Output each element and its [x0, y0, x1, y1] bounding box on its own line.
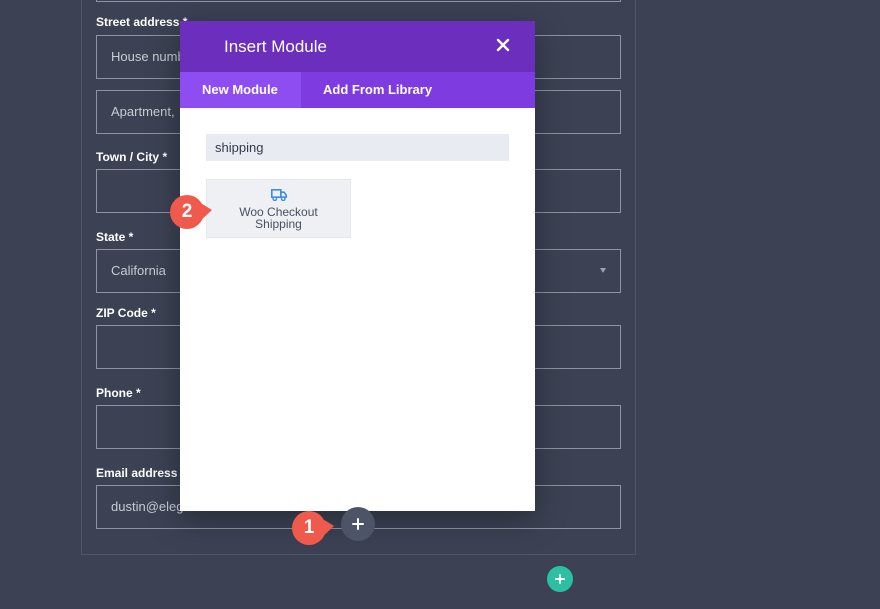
close-icon[interactable]	[493, 35, 513, 55]
modal-tabs: New Module Add From Library	[180, 72, 535, 108]
callout-step-1: 1	[291, 510, 334, 550]
truck-icon	[271, 189, 287, 201]
state-label: State *	[96, 230, 134, 244]
modal-header: Insert Module	[180, 21, 535, 72]
phone-label: Phone *	[96, 386, 141, 400]
zip-code-label: ZIP Code *	[96, 306, 156, 320]
email-label: Email address *	[96, 466, 186, 480]
callout-number: 2	[181, 201, 193, 222]
module-woo-checkout-shipping[interactable]: Woo Checkout Shipping	[206, 179, 351, 238]
tab-add-from-library[interactable]: Add From Library	[301, 72, 454, 108]
module-search-input[interactable]	[206, 134, 509, 161]
street-address-label: Street address *	[96, 15, 188, 29]
plus-icon	[352, 518, 364, 530]
town-city-label: Town / City *	[96, 150, 168, 164]
callout-number: 1	[303, 517, 315, 538]
plus-icon	[555, 574, 565, 584]
module-label: Woo Checkout Shipping	[239, 205, 318, 231]
add-module-button[interactable]	[341, 507, 375, 541]
chevron-down-icon	[600, 268, 606, 273]
tab-new-module[interactable]: New Module	[180, 72, 301, 108]
modal-title: Insert Module	[224, 37, 327, 56]
state-value: California	[111, 263, 166, 278]
insert-module-modal: Insert Module New Module Add From Librar…	[180, 21, 535, 511]
callout-step-2: 2	[169, 194, 212, 234]
add-row-button[interactable]	[547, 566, 573, 592]
previous-field[interactable]	[96, 0, 621, 2]
